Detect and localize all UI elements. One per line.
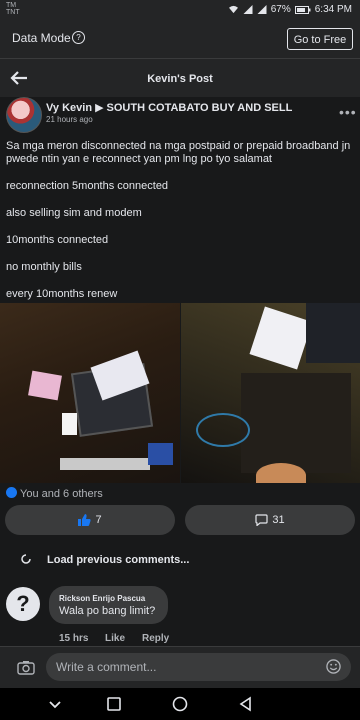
post-paragraph: 10months connected [6, 234, 109, 246]
comment-time: 15 hrs [59, 633, 89, 644]
recent-apps-icon[interactable] [104, 694, 124, 714]
carrier-line-1: TM [6, 2, 17, 9]
comment-reply-button[interactable]: Reply [142, 633, 169, 644]
back-nav-icon[interactable] [236, 694, 256, 714]
like-count: 7 [95, 514, 102, 526]
emoji-icon[interactable] [326, 659, 341, 674]
post-paragraph: also selling sim and modem [6, 207, 142, 219]
post-paragraph: Sa mga meron disconnected na mga postpai… [6, 140, 351, 165]
author-line: Vy Kevin ▶ SOUTH COTABATO BUY AND SELL [46, 101, 292, 114]
help-icon[interactable]: ? [72, 31, 85, 44]
like-reaction-icon [6, 487, 17, 498]
signal-icon-2 [257, 5, 267, 14]
reaction-summary[interactable]: You and 6 others [20, 488, 103, 500]
load-previous-comments[interactable]: Load previous comments... [47, 554, 189, 566]
post-photo-2[interactable] [181, 303, 360, 483]
camera-icon[interactable] [17, 660, 35, 675]
author-avatar[interactable] [6, 97, 42, 133]
like-button[interactable]: 7 [5, 505, 175, 535]
comment-count: 31 [272, 514, 285, 526]
more-icon[interactable]: ••• [339, 104, 357, 120]
go-to-free-button[interactable]: Go to Free [287, 28, 353, 50]
battery-percent: 67% [270, 4, 291, 15]
chevron-down-icon[interactable] [45, 694, 65, 714]
post-paragraph: every 10months renew [6, 288, 118, 300]
post-photo-1[interactable] [0, 303, 180, 483]
thumbs-up-icon [78, 514, 92, 526]
data-mode-label: Data Mode [12, 31, 71, 45]
arrow-right-icon: ▶ [95, 102, 104, 114]
post-paragraph: no monthly bills [6, 261, 82, 273]
comment-bubble-icon [255, 514, 268, 526]
comment-button[interactable]: 31 [185, 505, 355, 535]
home-icon[interactable] [170, 694, 190, 714]
post-paragraph: reconnection 5months connected [6, 180, 169, 192]
group-name[interactable]: SOUTH COTABATO BUY AND SELL [107, 102, 293, 114]
carrier-line-2: TNT [6, 9, 20, 16]
commenter-avatar[interactable]: ? [6, 587, 40, 621]
post-timestamp[interactable]: 21 hours ago [46, 115, 93, 124]
author-name[interactable]: Vy Kevin [46, 102, 92, 114]
comment-input[interactable] [46, 653, 351, 681]
wifi-icon [228, 5, 238, 14]
comment-text: Wala po bang limit? [59, 605, 156, 617]
comment-like-button[interactable]: Like [105, 633, 125, 644]
refresh-icon[interactable] [20, 553, 32, 565]
signal-icon [243, 5, 253, 14]
carrier-label: TM TNT [6, 2, 20, 16]
clock: 6:34 PM [314, 4, 352, 15]
status-indicators: 67% 6:34 PM [228, 4, 352, 15]
comment-author[interactable]: Rickson Enrijo Pascua [59, 594, 145, 603]
page-title: Kevin's Post [147, 73, 213, 85]
battery-icon [294, 5, 311, 14]
